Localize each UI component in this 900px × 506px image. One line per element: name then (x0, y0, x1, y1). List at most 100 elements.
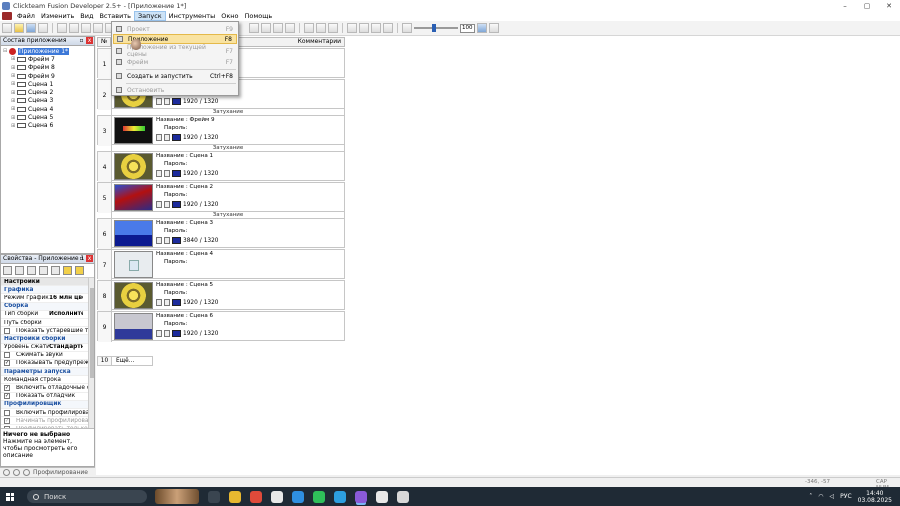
resolution-width[interactable]: 3840 (183, 238, 198, 244)
storyboard-frame-row[interactable]: 4 Название : Сцена 1 Пароль: 1920/1320 (97, 151, 345, 182)
zoom-value[interactable]: 100 (460, 23, 475, 33)
event-list-icon[interactable] (285, 23, 295, 33)
storyboard-frame-row[interactable]: 5 Название : Сцена 2 Пароль: 1920/1320 (97, 182, 345, 213)
save-all-icon[interactable] (38, 23, 48, 33)
resolution-width[interactable]: 1920 (183, 135, 198, 141)
property-row[interactable]: Путь сборки (1, 319, 94, 328)
close-icon[interactable]: ✕ (878, 0, 900, 11)
paste-icon[interactable] (81, 23, 91, 33)
save-icon[interactable] (26, 23, 36, 33)
property-header[interactable]: Настройки (1, 278, 94, 287)
new-icon[interactable] (2, 23, 12, 33)
library-icon[interactable] (13, 469, 20, 476)
events-tab-icon[interactable] (63, 266, 72, 275)
run-app-icon[interactable] (347, 23, 357, 33)
resolution-height[interactable]: 1320 (204, 300, 219, 306)
checkbox[interactable] (4, 352, 10, 359)
copy-icon[interactable] (69, 23, 79, 33)
checkbox[interactable]: ✓ (4, 385, 10, 392)
tree-item[interactable]: ⊞ Сцена 6 (3, 122, 94, 130)
list-view-icon[interactable] (488, 23, 499, 33)
property-checkbox-row[interactable]: ✓ Включить отладочные соо (1, 384, 94, 393)
close-panel-icon[interactable]: x (86, 255, 93, 262)
frame-thumbnail[interactable] (114, 313, 153, 340)
delete-icon[interactable] (93, 23, 103, 33)
frame-name[interactable]: Сцена 5 (190, 282, 214, 288)
start-button[interactable] (3, 487, 17, 506)
frame-name[interactable]: Сцена 1 (190, 153, 214, 159)
bolt-icon[interactable] (376, 490, 388, 503)
build-run-icon[interactable] (371, 23, 381, 33)
storyboard-frame-row[interactable]: 3 Название : Фрейм 9 Пароль: 1920/1320 (97, 115, 345, 146)
property-section[interactable]: Графика (1, 286, 94, 295)
resolution-height[interactable]: 1320 (204, 238, 219, 244)
fusion-icon[interactable] (355, 490, 367, 503)
tree-item[interactable]: ⊞ Фрейм 8 (3, 64, 94, 72)
tree-item[interactable]: ⊞ Сцена 2 (3, 88, 94, 96)
fade-in-icon[interactable] (156, 299, 162, 306)
taskbar-search[interactable]: Поиск (27, 490, 147, 503)
checkbox[interactable]: ✓ (4, 360, 10, 367)
news-widget[interactable] (155, 489, 199, 504)
next-frame-icon[interactable] (316, 23, 326, 33)
properties-scrollbar[interactable] (88, 278, 94, 428)
tree-item[interactable]: ⊞ Сцена 1 (3, 80, 94, 88)
resolution-width[interactable]: 1920 (183, 171, 198, 177)
frame-name[interactable]: Сцена 6 (190, 313, 214, 319)
menu-tools[interactable]: Инструменты (166, 11, 219, 21)
resolution-height[interactable]: 1320 (204, 99, 219, 105)
property-checkbox-row[interactable]: Показать устаревшие типы (1, 327, 94, 336)
fade-in-icon[interactable] (156, 201, 162, 208)
chrome-icon[interactable] (250, 490, 262, 503)
resolution-height[interactable]: 1320 (204, 331, 219, 337)
pin-icon[interactable]: ▫ (78, 255, 85, 262)
tab-profiling[interactable]: Профилирование (33, 469, 88, 476)
tree-item-application[interactable]: ⊟ Приложение 1* (3, 47, 94, 55)
network-icon[interactable]: ◠ (818, 493, 823, 500)
tree-item[interactable]: ⊞ Сцена 5 (3, 113, 94, 121)
storyboard-frame-row[interactable]: 6 Название : Сцена 3 Пароль: 3840/1320 (97, 218, 345, 249)
explorer-icon[interactable] (229, 490, 241, 503)
profiler-icon[interactable] (23, 469, 30, 476)
property-value[interactable]: Стандартный (49, 344, 83, 350)
menu-run[interactable]: Запуск (133, 11, 166, 21)
scrollbar-thumb[interactable] (90, 288, 94, 378)
frame-thumbnail[interactable] (114, 117, 153, 144)
fade-out-icon[interactable] (164, 170, 170, 177)
frame-thumbnail[interactable] (114, 282, 153, 309)
settings-tab-icon[interactable] (3, 266, 12, 275)
frame-name[interactable]: Фрейм 9 (190, 117, 215, 123)
property-section[interactable]: Сборка (1, 302, 94, 311)
frame-thumbnail[interactable] (114, 251, 153, 278)
checkbox[interactable]: ✓ (4, 393, 10, 400)
fade-in-icon[interactable] (156, 237, 162, 244)
storyboard-frame-row[interactable]: 9 Название : Сцена 6 Пароль: 1920/1320 (97, 311, 345, 342)
property-row[interactable]: Уровень сжатияСтандартный (1, 344, 94, 352)
menu-edit[interactable]: Изменить (38, 11, 77, 21)
tree-item[interactable]: ⊞ Фрейм 7 (3, 55, 94, 63)
run-menu-item[interactable]: Создать и запустить Ctrl+F8 (113, 71, 237, 81)
property-row[interactable]: Командная строка (1, 376, 94, 385)
resolution-height[interactable]: 1320 (204, 171, 219, 177)
add-frame-row[interactable]: 10 Ещё... (97, 356, 153, 366)
resolution-height[interactable]: 1320 (204, 202, 219, 208)
fade-out-icon[interactable] (164, 299, 170, 306)
fade-in-icon[interactable] (156, 98, 162, 105)
frame-editor-icon[interactable] (261, 23, 271, 33)
fade-out-icon[interactable] (164, 201, 170, 208)
fade-out-icon[interactable] (164, 134, 170, 141)
fade-in-icon[interactable] (156, 330, 162, 337)
volume-icon[interactable]: ◁ (830, 493, 835, 500)
frame-name[interactable]: Сцена 2 (190, 184, 214, 190)
cut-icon[interactable] (57, 23, 67, 33)
window-tab-icon[interactable] (27, 266, 36, 275)
obs-icon[interactable] (397, 490, 409, 503)
frame-name[interactable]: Сцена 3 (190, 220, 214, 226)
storyboard-frame-row[interactable]: 8 Название : Сцена 5 Пароль: 1920/1320 (97, 280, 345, 311)
fade-out-icon[interactable] (164, 237, 170, 244)
menu-window[interactable]: Окно (218, 11, 241, 21)
whatsapp-icon[interactable] (313, 490, 325, 503)
tree-item[interactable]: ⊞ Фрейм 9 (3, 72, 94, 80)
store-icon[interactable] (292, 490, 304, 503)
resolution-width[interactable]: 1920 (183, 202, 198, 208)
